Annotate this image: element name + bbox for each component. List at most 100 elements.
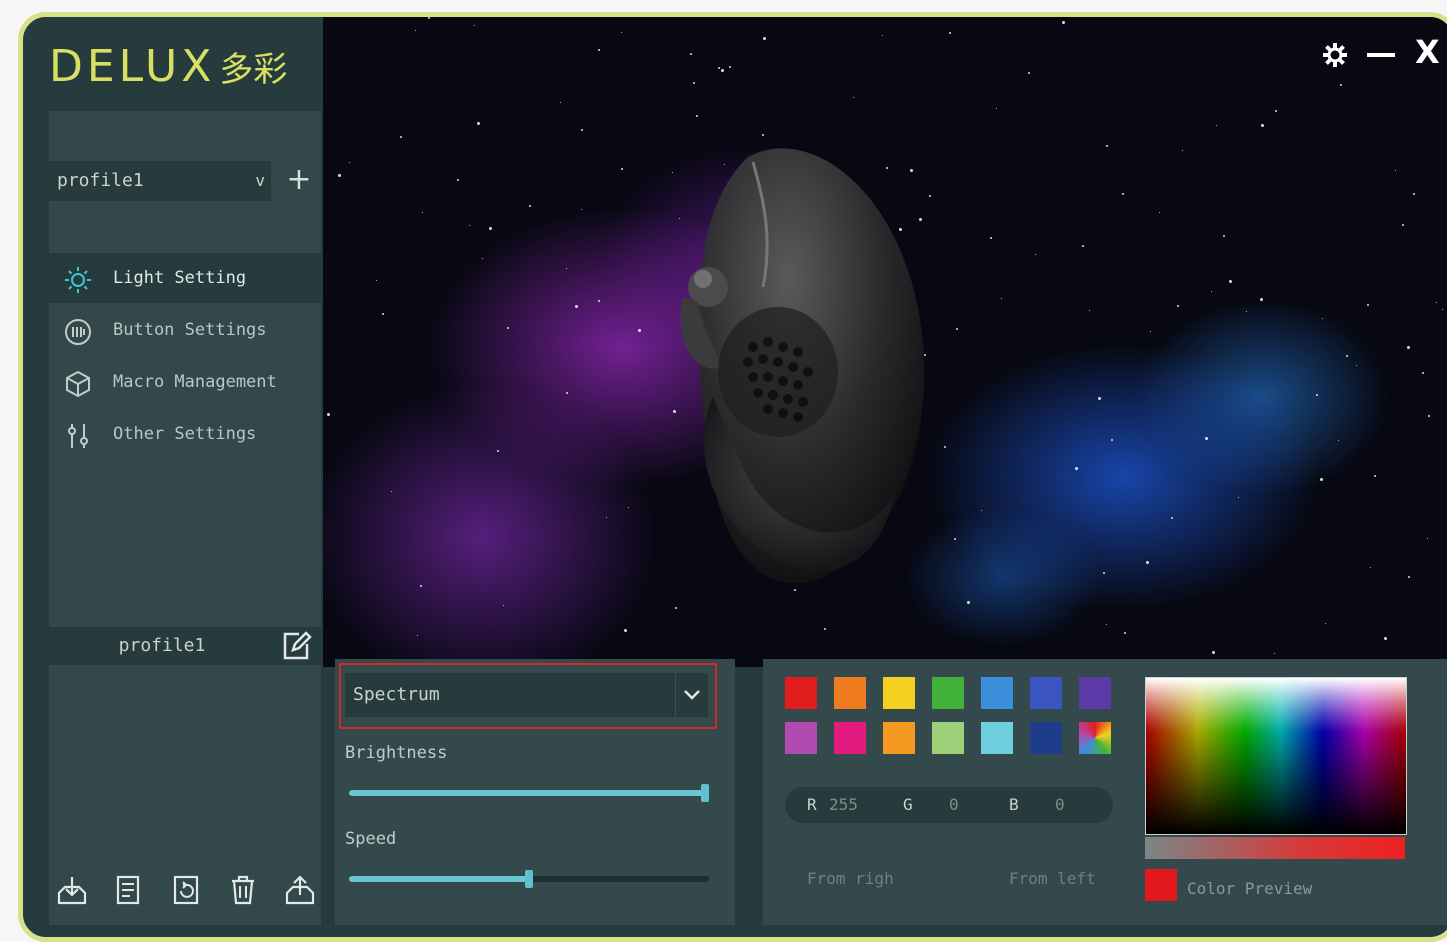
star [621,168,623,170]
star [400,136,402,138]
color-swatch[interactable] [981,677,1013,709]
star [1098,397,1101,400]
star [1320,478,1323,481]
star [1212,651,1215,654]
chevron-down-icon: v [255,171,265,190]
star [1111,439,1113,441]
settings-icon[interactable] [1321,41,1349,69]
star [1223,235,1225,237]
star [1238,497,1239,498]
color-swatch[interactable] [883,677,915,709]
sidebar-item-button-settings[interactable]: Button Settings [49,307,321,355]
star [718,67,720,69]
star [628,507,629,508]
color-swatch[interactable] [1079,677,1111,709]
star [1367,304,1369,306]
star [690,53,692,55]
star [1216,125,1217,126]
star [566,392,568,394]
color-picker[interactable] [1145,677,1407,835]
star [1370,567,1371,568]
add-profile-button[interactable]: + [281,161,317,201]
sidebar-item-light-setting[interactable]: Light Setting [49,255,321,303]
star [391,491,392,492]
star [503,605,504,606]
star [696,115,698,117]
color-swatch[interactable] [834,722,866,754]
color-swatch[interactable] [981,722,1013,754]
profile-dropdown-value: profile1 [57,170,144,191]
star [1395,170,1396,171]
delete-icon[interactable] [226,873,260,907]
star [1122,193,1124,195]
color-swatch[interactable] [1030,722,1062,754]
color-swatch[interactable] [785,722,817,754]
color-swatch[interactable] [1030,677,1062,709]
star [422,212,423,213]
color-swatch[interactable] [932,722,964,754]
star [675,607,677,609]
export-icon[interactable] [283,873,317,907]
star [581,209,582,210]
product-background [323,17,1447,667]
star [489,227,492,230]
import-icon[interactable] [55,873,89,907]
color-swatch[interactable] [883,722,915,754]
brightness-slider-thumb[interactable] [701,784,709,802]
star [763,37,766,40]
app-window: DELUX 多彩 X profile1 v + Light Setting Bu… [18,12,1447,942]
mode-dropdown-button[interactable] [675,673,708,717]
r-label: R [807,795,817,814]
star [376,280,377,281]
star [1407,346,1410,349]
close-icon[interactable]: X [1415,33,1440,71]
from-right-option[interactable]: From righ [807,869,894,888]
r-value[interactable]: 255 [829,787,858,823]
profile-dropdown[interactable]: profile1 v [49,161,271,201]
star [956,328,958,330]
sidebar-item-other-settings[interactable]: Other Settings [49,411,321,459]
lighting-mode-dropdown[interactable]: Spectrum [345,673,675,717]
star [417,635,418,636]
copy-icon[interactable] [112,873,146,907]
star [981,510,982,511]
color-swatch[interactable] [834,677,866,709]
rgb-input[interactable]: R 255 G 0 B 0 [785,787,1113,823]
cube-icon [66,370,90,398]
sidebar-item-macro-management[interactable]: Macro Management [49,359,321,407]
star [1211,291,1212,292]
star [420,585,422,587]
reset-icon[interactable] [169,873,203,907]
speed-slider[interactable] [349,870,709,888]
g-value[interactable]: 0 [949,787,959,823]
light-bulb-icon [65,267,91,293]
b-value[interactable]: 0 [1055,787,1065,823]
speed-slider-fill [349,876,529,882]
star [1246,311,1247,312]
star [1356,365,1357,366]
star [1082,245,1084,247]
brightness-slider[interactable] [349,784,709,802]
edit-icon[interactable] [279,629,313,663]
star [606,517,607,518]
color-preview-label: Color Preview [1187,879,1313,898]
star [1159,212,1160,213]
color-swatch[interactable] [785,677,817,709]
profile-name-field[interactable]: profile1 [53,627,271,665]
brightness-label: Brightness [345,743,448,763]
from-left-option[interactable]: From left [1009,869,1096,888]
speed-slider-thumb[interactable] [525,870,533,888]
star [996,108,997,109]
star [1106,145,1108,147]
sidebar-item-label: Other Settings [113,424,257,444]
star [1442,309,1443,310]
color-swatch[interactable] [932,677,964,709]
hue-slider[interactable] [1145,837,1405,859]
star [477,122,480,125]
star [382,313,384,315]
star [1150,331,1151,332]
minimize-icon[interactable] [1367,53,1395,57]
star [1182,150,1183,151]
sidebar-item-label: Macro Management [113,372,277,392]
multicolor-swatch[interactable] [1079,722,1111,754]
